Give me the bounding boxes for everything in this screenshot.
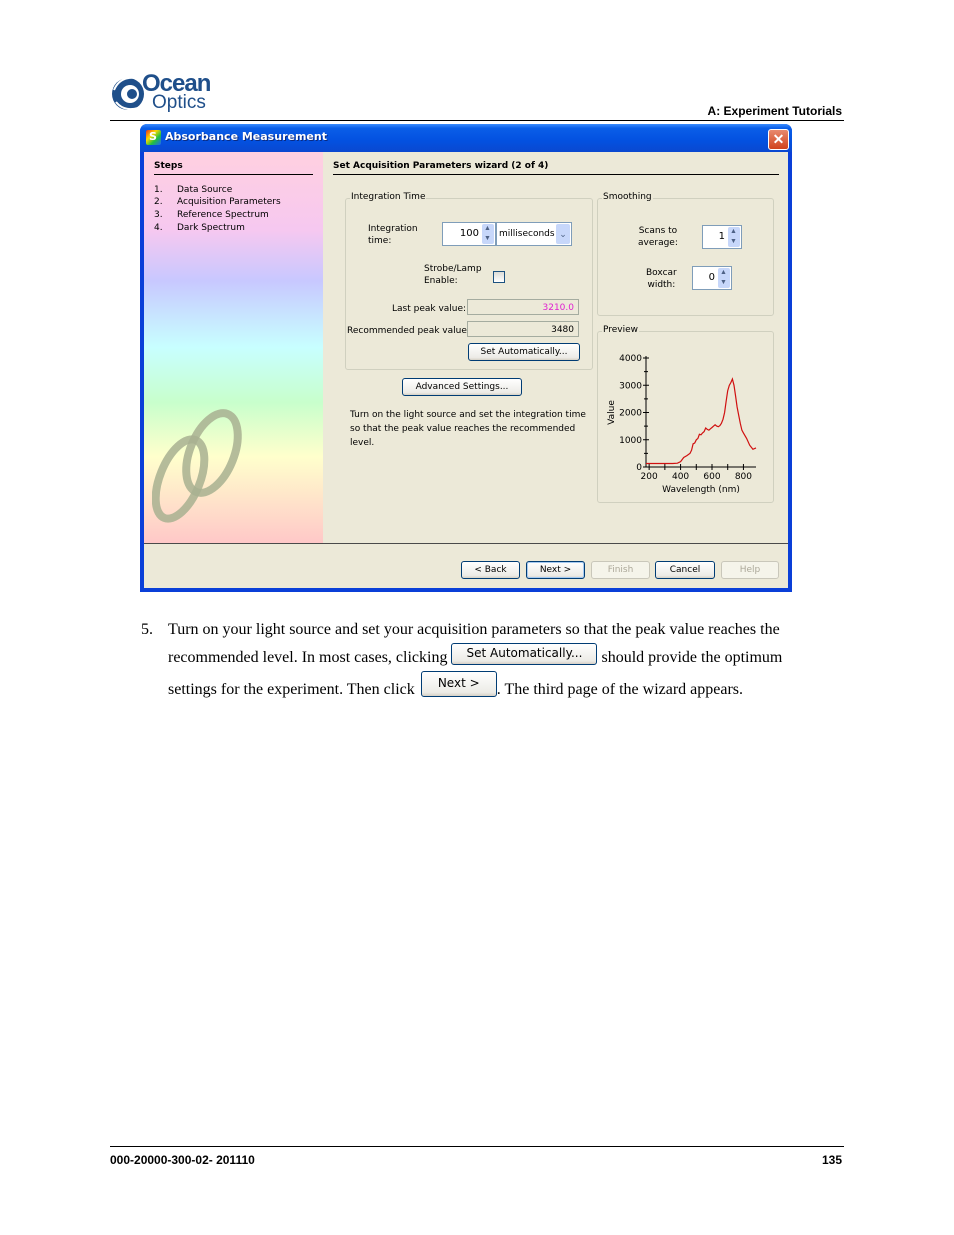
absorbance-dialog: S Absorbance Measurement ✕ Steps 1. Data … [140,124,792,592]
integration-time-label: Integration time: [368,224,418,246]
x-tick-label: 400 [672,472,689,482]
step-item: 1. Data Source [154,185,233,195]
steps-panel: Steps 1. Data Source 2. Acquisition Parame… [144,152,323,543]
recommended-peak-label: Recommended peak value: [347,326,470,336]
x-tick-label: 200 [641,472,658,482]
dialog-client: Steps 1. Data Source 2. Acquisition Parame… [144,152,788,588]
body-line-2: recommended level. In most cases, clicki… [168,643,782,667]
smoothing-group: Smoothing Scans to average: 1 ▲ ▼ Boxcar w… [597,192,774,316]
wizard-page-heading: Set Acquisition Parameters wizard (2 of … [333,161,549,171]
scans-to-average-label: Scans to average: [638,226,678,248]
last-peak-label: Last peak value: [392,304,467,314]
spinner-arrows[interactable]: ▲ ▼ [728,227,740,247]
step-item: 3. Reference Spectrum [154,210,269,220]
boxcar-width-spinner[interactable]: 0 ▲ ▼ [692,266,732,290]
preview-group: Preview 0 1000 2000 3000 4000 200 400 600 800 Wav… [597,325,774,503]
spin-up-icon[interactable]: ▲ [484,225,491,233]
integration-time-group: Integration Time Integration time: 100 ▲ … [345,192,593,370]
next-button[interactable]: Next > [526,561,585,579]
dialog-titlebar[interactable]: S Absorbance Measurement ✕ [140,124,792,152]
chevron-down-icon[interactable]: ⌄ [556,224,570,244]
close-button[interactable]: ✕ [768,129,789,150]
recommended-peak-value: 3480 [467,321,579,337]
footer-divider [110,1146,844,1147]
spin-up-icon[interactable]: ▲ [730,228,737,236]
last-peak-value: 3210.0 [467,299,579,315]
advanced-settings-button[interactable]: Advanced Settings... [402,378,522,396]
heading-divider [333,174,779,175]
header-divider [110,120,844,121]
preview-chart: 01000200030004000200 400 600 800Wavelength … [607,354,757,495]
y-tick-label: 1000 [619,436,642,446]
x-tick-label: 800 [735,472,752,482]
y-tick-label: 3000 [619,381,642,391]
back-button[interactable]: < Back [461,561,520,579]
ocean-optics-logo: Ocean Optics [110,70,230,116]
spin-down-icon[interactable]: ▼ [730,238,737,246]
step-number: 5. [141,621,153,638]
instruction-text: Turn on the light source and set the int… [350,410,586,448]
x-axis-label: Wavelength (nm) [662,485,740,495]
app-icon: S [146,130,161,145]
dialog-title: Absorbance Measurement [165,130,327,143]
group-label: Integration Time [350,192,427,202]
button-bar-divider [144,543,788,544]
body-line-1: Turn on your light source and set your a… [168,621,780,638]
y-tick-label: 2000 [619,409,642,419]
spin-down-icon[interactable]: ▼ [484,235,491,243]
step-item: 2. Acquisition Parameters [154,197,281,207]
boxcar-width-label: Boxcar width: [646,268,677,290]
scans-to-average-spinner[interactable]: 1 ▲ ▼ [702,225,742,249]
help-button[interactable]: Help [721,561,779,579]
logo-text-optics: Optics [152,92,206,113]
spin-down-icon[interactable]: ▼ [720,279,727,287]
integration-time-spinner[interactable]: 100 ▲ ▼ [442,222,496,246]
set-automatically-button[interactable]: Set Automatically... [468,343,580,361]
strobe-lamp-label: Strobe/Lamp Enable: [424,264,482,286]
steps-title: Steps [154,161,183,171]
close-icon: ✕ [772,131,785,147]
document-number: 000-20000-300-02- 201110 [110,1153,255,1167]
spinner-arrows[interactable]: ▲ ▼ [718,268,730,288]
cancel-button[interactable]: Cancel [655,561,715,579]
inline-next-button: Next > [420,671,497,698]
page-number: 135 [821,1153,842,1167]
y-tick-label: 4000 [619,354,642,364]
x-tick-label: 600 [703,472,720,482]
spinner-arrows[interactable]: ▲ ▼ [482,224,494,244]
spectrum-line [646,377,757,465]
steps-divider [154,174,313,175]
group-label: Smoothing [602,192,653,202]
inline-set-automatically-button: Set Automatically... [451,643,598,666]
body-line-3: settings for the experiment. Then click … [168,671,743,699]
strobe-lamp-checkbox[interactable] [493,271,505,283]
step-item: 4. Dark Spectrum [154,223,245,233]
spin-up-icon[interactable]: ▲ [720,269,727,277]
watermark-logo-icon [152,409,242,523]
time-unit-dropdown[interactable]: milliseconds ⌄ [496,222,572,246]
y-axis-label: Value [607,400,617,425]
section-header: A: Experiment Tutorials [707,104,842,118]
finish-button[interactable]: Finish [591,561,650,579]
